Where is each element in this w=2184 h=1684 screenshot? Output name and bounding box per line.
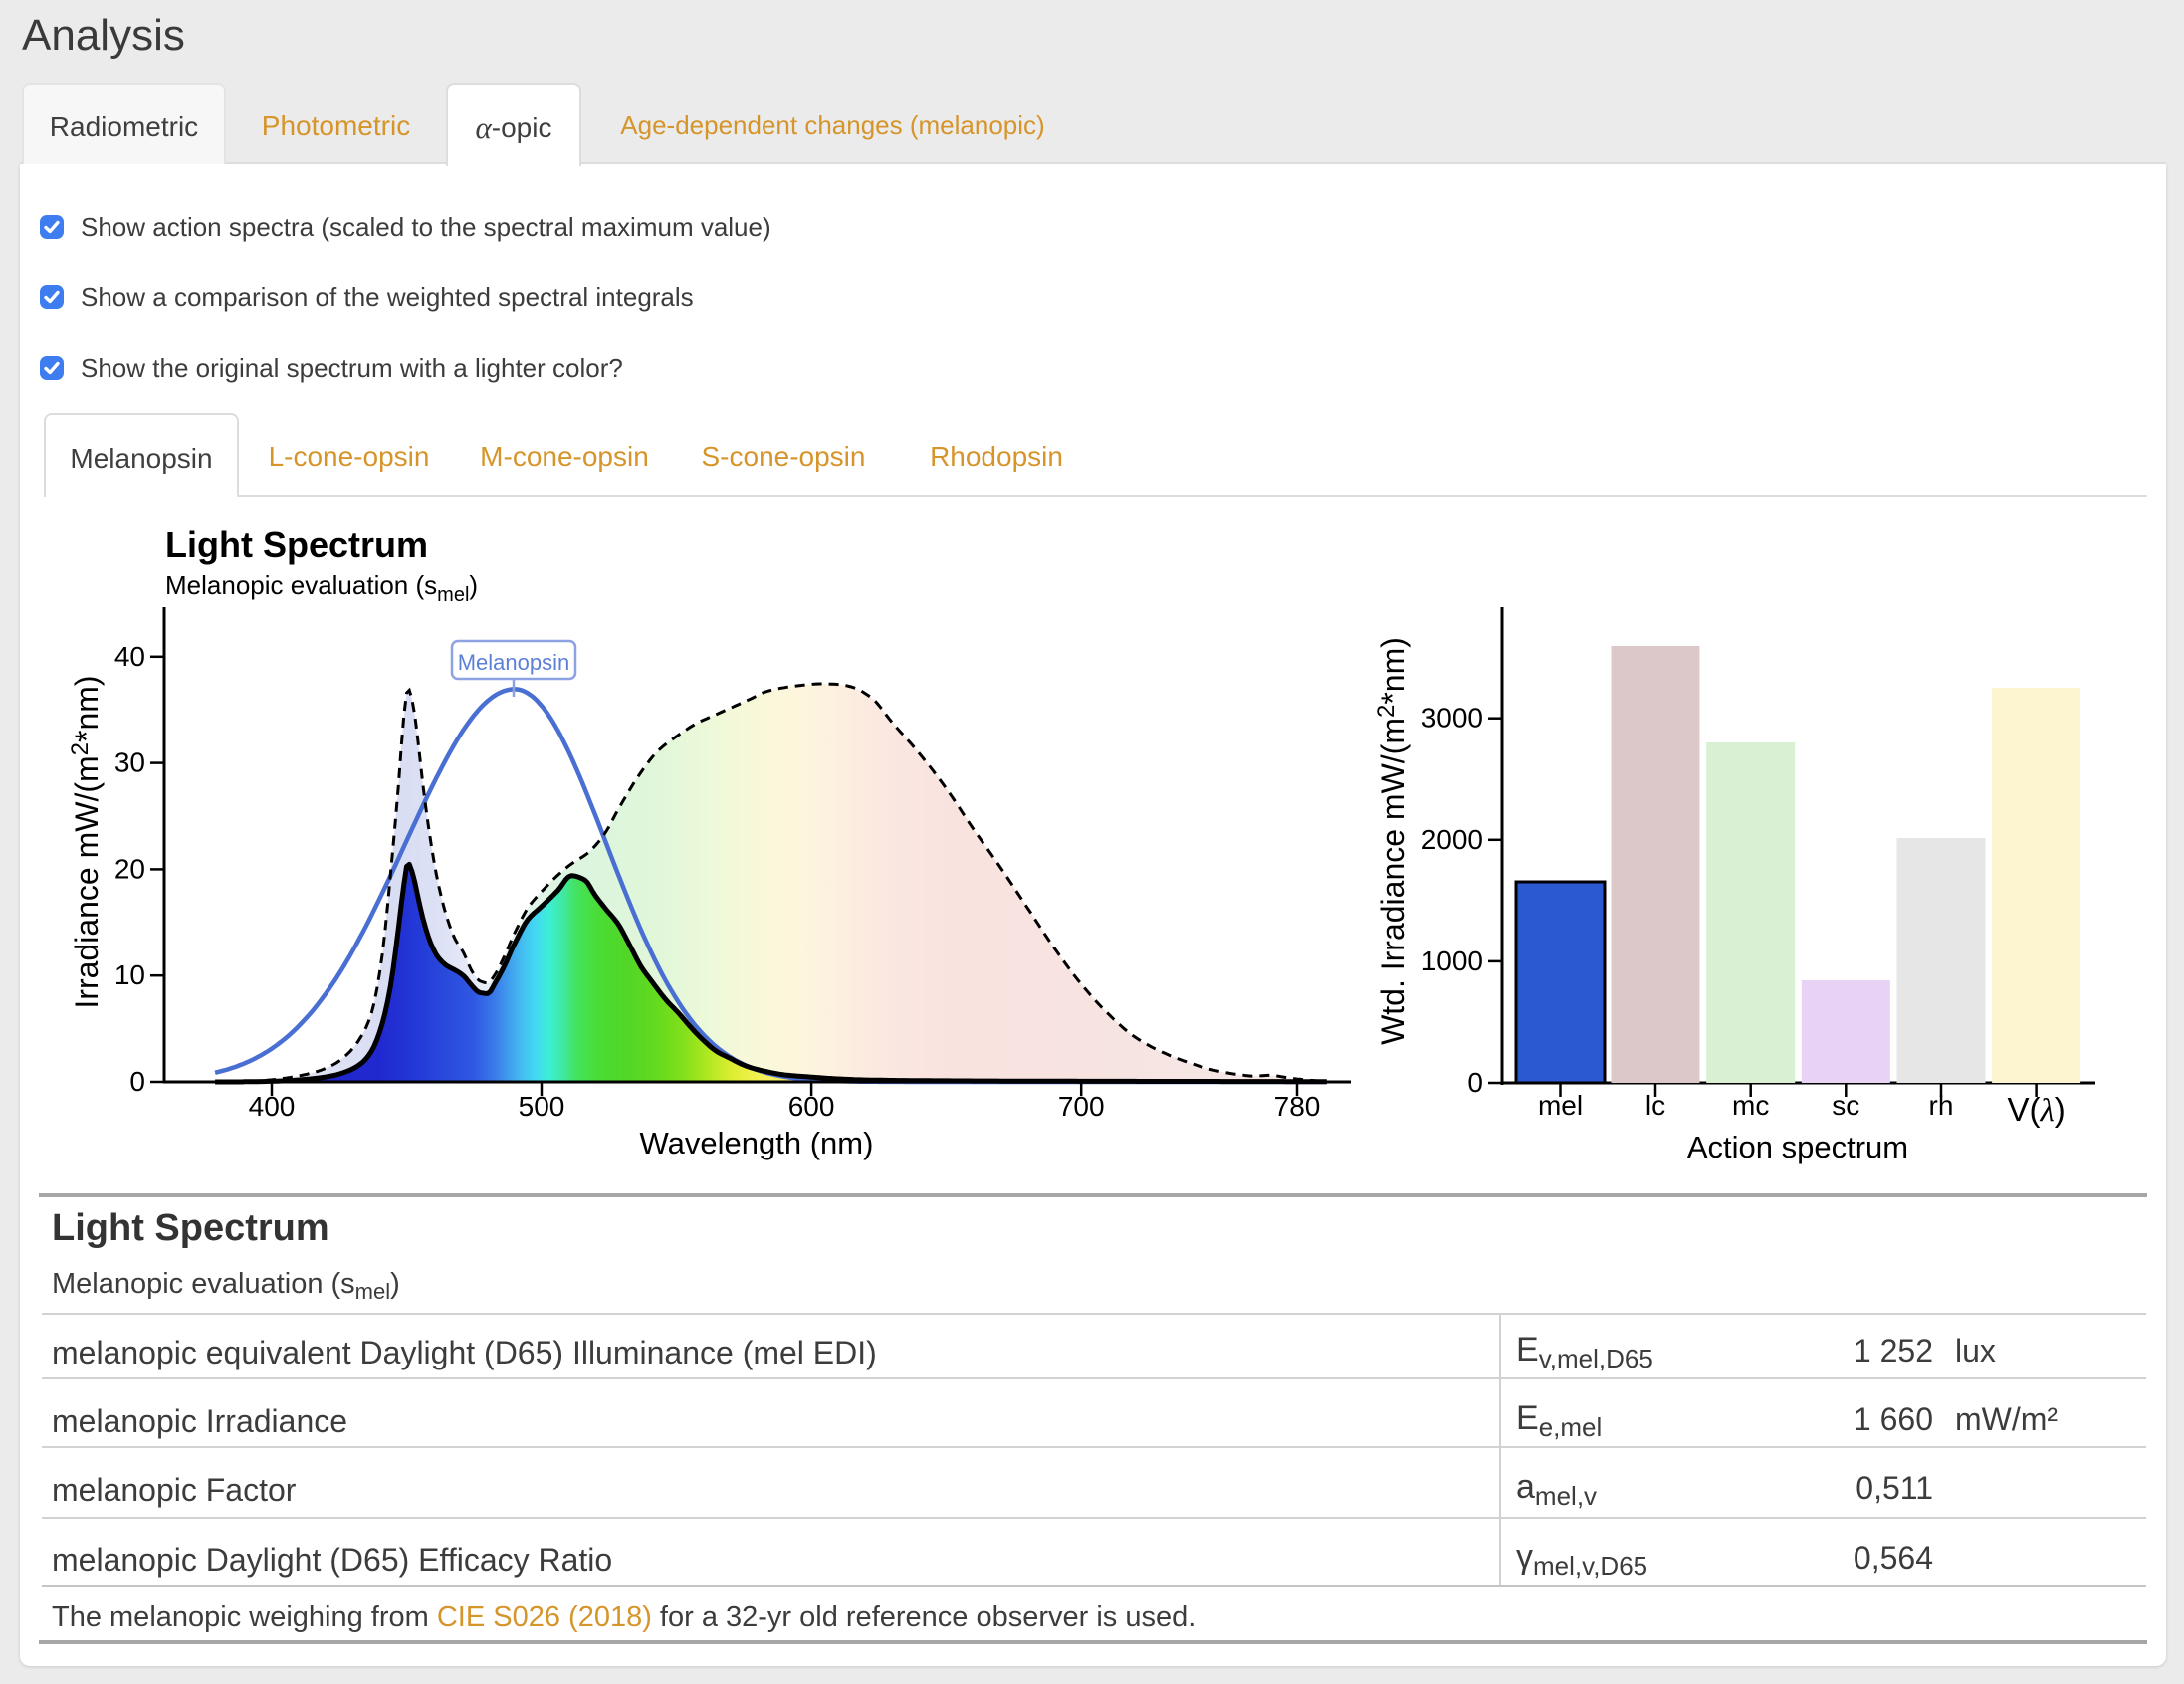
svg-text:Light Spectrum: Light Spectrum — [165, 525, 428, 565]
svg-text:10: 10 — [114, 959, 145, 990]
svg-text:3000: 3000 — [1421, 703, 1483, 734]
svg-text:500: 500 — [519, 1091, 565, 1122]
svg-text:Action spectrum: Action spectrum — [1687, 1130, 1908, 1164]
svg-text:1000: 1000 — [1421, 946, 1483, 976]
svg-text:rh: rh — [1929, 1090, 1954, 1121]
svg-text:Melanopic evaluation (smel): Melanopic evaluation (smel) — [165, 570, 478, 606]
svg-text:40: 40 — [114, 641, 145, 672]
svg-text:lc: lc — [1645, 1090, 1665, 1121]
svg-text:mc: mc — [1732, 1090, 1769, 1121]
svg-text:400: 400 — [249, 1091, 296, 1122]
svg-text:0: 0 — [1467, 1067, 1483, 1098]
svg-text:20: 20 — [114, 853, 145, 884]
svg-text:600: 600 — [788, 1091, 835, 1122]
svg-text:mel: mel — [1538, 1090, 1583, 1121]
svg-text:0: 0 — [129, 1066, 145, 1097]
svg-text:30: 30 — [114, 747, 145, 778]
svg-text:700: 700 — [1058, 1091, 1105, 1122]
svg-text:V(λ): V(λ) — [2007, 1091, 2065, 1129]
svg-text:Wavelength (nm): Wavelength (nm) — [640, 1126, 874, 1160]
svg-text:780: 780 — [1274, 1091, 1321, 1122]
svg-text:Melanopsin: Melanopsin — [458, 650, 570, 675]
svg-text:sc: sc — [1832, 1090, 1859, 1121]
svg-text:Wtd. Irradiance mW/(m2*nm): Wtd. Irradiance mW/(m2*nm) — [1373, 637, 1411, 1045]
svg-text:Irradiance mW/(m2*nm): Irradiance mW/(m2*nm) — [67, 675, 105, 1008]
svg-text:2000: 2000 — [1421, 824, 1483, 855]
